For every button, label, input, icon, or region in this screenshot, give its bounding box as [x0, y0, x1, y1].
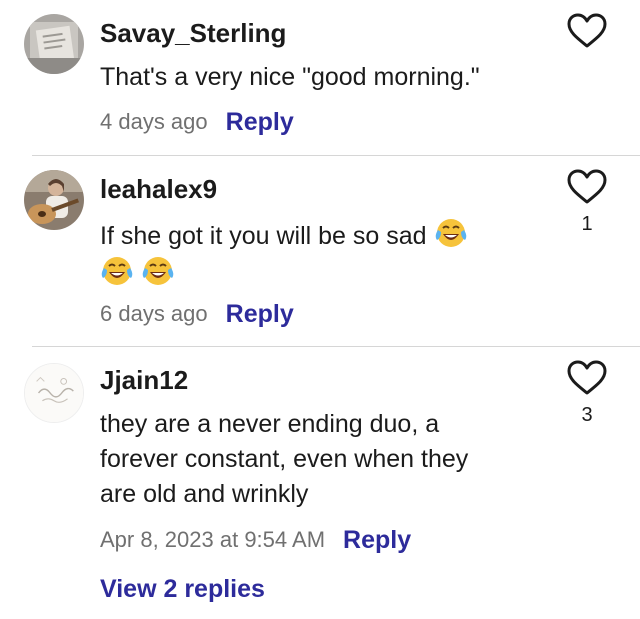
face-with-tears-of-joy-icon: [142, 257, 174, 285]
comment-timestamp: Apr 8, 2023 at 9:54 AM: [100, 527, 326, 552]
book-avatar-icon: [24, 14, 84, 74]
comment-username[interactable]: Savay_Sterling: [100, 18, 286, 48]
like-count: 1: [581, 213, 593, 235]
view-replies-button[interactable]: View 2 replies: [100, 575, 265, 604]
face-with-tears-of-joy-icon: [435, 219, 466, 247]
comment-meta: 6 days ago Reply: [100, 299, 294, 329]
comment-text: they are a never ending duo, a forever c…: [100, 410, 469, 508]
reply-button[interactable]: Reply: [226, 108, 294, 137]
user-avatar[interactable]: [24, 363, 84, 423]
like-count: 3: [581, 404, 593, 426]
comment-text: That's a very nice "good morning.": [100, 63, 480, 91]
reply-button[interactable]: Reply: [343, 526, 411, 555]
user-avatar[interactable]: [24, 170, 84, 230]
user-avatar[interactable]: [24, 14, 84, 74]
heart-icon[interactable]: [566, 168, 608, 206]
heart-icon[interactable]: [566, 359, 608, 397]
comment-timestamp: 4 days ago: [100, 109, 208, 134]
comment-meta: 4 days ago Reply: [100, 107, 294, 137]
comment-username[interactable]: leahalex9: [100, 174, 217, 204]
comment-timestamp: 6 days ago: [100, 301, 208, 326]
face-with-tears-of-joy-icon: [101, 257, 133, 285]
guitar-avatar-icon: [24, 170, 84, 230]
sketch-avatar-icon: [25, 364, 83, 422]
comment-text-content: If she got it you will be so sad: [100, 222, 427, 250]
reply-button[interactable]: Reply: [226, 300, 294, 329]
heart-icon[interactable]: [566, 12, 608, 50]
comment-meta: Apr 8, 2023 at 9:54 AM Reply: [100, 525, 411, 555]
comment-username[interactable]: Jjain12: [100, 365, 188, 395]
comment-item: Savay_Sterling That's a very nice "good …: [0, 0, 640, 155]
comment-text: If she got it you will be so sad: [100, 216, 500, 292]
comment-item: Jjain12 they are a never ending duo, a f…: [0, 347, 640, 619]
comment-item: leahalex9 If she got it you will be so s…: [0, 156, 640, 346]
